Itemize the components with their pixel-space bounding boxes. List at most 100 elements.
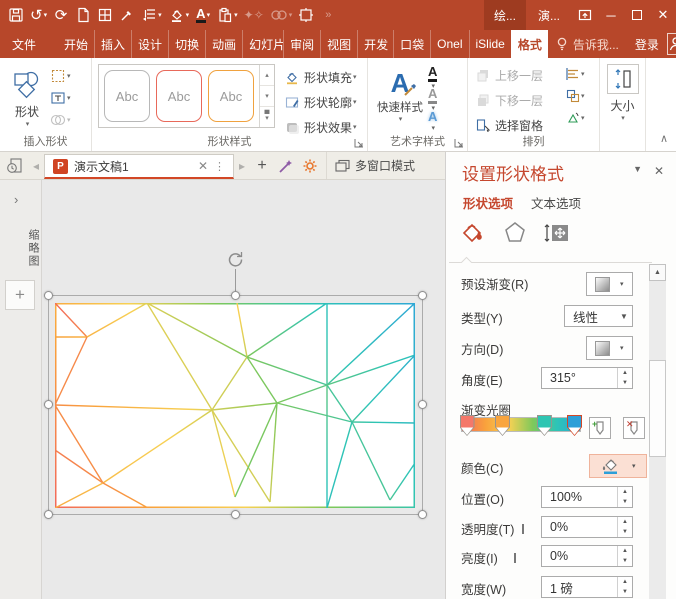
shape-style-option-2[interactable]: Abc xyxy=(156,70,202,122)
menu-tab-design[interactable]: 设计 xyxy=(131,30,168,58)
tell-me-box[interactable]: 告诉我... xyxy=(548,30,627,58)
spin-down-icon[interactable]: ▼ xyxy=(618,378,632,388)
resize-handle-ne[interactable] xyxy=(418,291,427,300)
hyperlink-icon[interactable]: ▾ xyxy=(268,3,295,27)
spin-up-icon[interactable]: ▲ xyxy=(618,368,632,378)
font-color-icon[interactable]: A▾ xyxy=(193,3,213,27)
gradient-direction-dropdown[interactable]: ▾ xyxy=(586,336,633,360)
brightness-slider[interactable] xyxy=(514,553,516,563)
bring-forward-button[interactable]: 上移一层▾ xyxy=(474,64,566,86)
size-properties-icon[interactable] xyxy=(544,221,570,245)
multi-window-mode-button[interactable]: 多窗口模式 xyxy=(326,152,423,179)
spinner-buttons[interactable]: ▲▼ xyxy=(617,368,632,388)
tab-options-icon[interactable]: ⋮ xyxy=(214,160,225,173)
context-tab-drawing-tools[interactable]: 绘... xyxy=(484,0,526,30)
text-outline-button[interactable]: A▾ xyxy=(428,87,437,105)
menu-tab-transitions[interactable]: 切换 xyxy=(168,30,205,58)
shapes-button[interactable]: 形状 ▾ xyxy=(4,62,50,130)
shape-style-option-3[interactable]: Abc xyxy=(208,70,254,122)
gradient-stops-bar[interactable] xyxy=(461,417,581,432)
resize-handle-se[interactable] xyxy=(418,510,427,519)
menu-tab-onelink[interactable]: Onel xyxy=(430,30,468,58)
spin-down-icon[interactable]: ▼ xyxy=(618,587,632,597)
redo-icon[interactable]: ⟳ xyxy=(51,3,71,27)
gallery-more-icon[interactable]: ▀▾ xyxy=(260,107,274,127)
fill-line-icon[interactable] xyxy=(458,220,486,246)
spinner-buttons[interactable]: ▲▼ xyxy=(617,546,632,566)
send-backward-button[interactable]: 下移一层▾ xyxy=(474,89,566,111)
pane-scrollbar[interactable]: ▲ xyxy=(649,264,666,599)
close-tab-icon[interactable]: ✕ xyxy=(198,159,208,173)
text-fill-button[interactable]: A▾ xyxy=(428,65,437,83)
group-objects-button[interactable]: ▾ xyxy=(566,87,598,105)
dialog-launcher-icon[interactable] xyxy=(454,138,464,148)
scrollbar-thumb[interactable] xyxy=(649,360,666,457)
resize-handle-nw[interactable] xyxy=(44,291,53,300)
scroll-up-icon[interactable]: ▲ xyxy=(649,264,666,281)
brightness-input[interactable]: 0%▲▼ xyxy=(541,545,633,567)
rotation-handle[interactable] xyxy=(226,250,245,269)
tab-scroll-right-icon[interactable]: ▸ xyxy=(234,152,250,179)
menu-tab-islide[interactable]: iSlide xyxy=(469,30,511,58)
stop-color-dropdown[interactable]: ▾ xyxy=(589,454,647,478)
spinner-buttons[interactable]: ▲▼ xyxy=(617,577,632,597)
size-button[interactable]: 大小 ▾ xyxy=(600,58,645,122)
shape-outline-button[interactable]: 形状轮廓▾ xyxy=(283,91,357,113)
gradient-stop-1[interactable] xyxy=(460,415,475,436)
add-gradient-stop-button[interactable]: + xyxy=(589,417,611,439)
tab-text-options[interactable]: 文本选项 xyxy=(531,193,581,212)
maximize-icon[interactable] xyxy=(624,0,650,30)
gradient-stop-4-selected[interactable] xyxy=(567,415,582,436)
spin-down-icon[interactable]: ▼ xyxy=(618,497,632,507)
pane-close-icon[interactable]: ✕ xyxy=(654,164,664,178)
stop-position-input[interactable]: 100%▲▼ xyxy=(541,486,633,508)
effects-icon[interactable] xyxy=(502,220,528,246)
gallery-scroll-down-icon[interactable]: ▾ xyxy=(260,86,274,107)
ribbon-display-options-icon[interactable] xyxy=(572,0,598,30)
spinner-buttons[interactable]: ▲▼ xyxy=(617,517,632,537)
shape-fill-button[interactable]: 形状填充▾ xyxy=(283,66,357,88)
preset-gradient-dropdown[interactable]: ▾ xyxy=(586,272,633,296)
resize-handle-e[interactable] xyxy=(418,400,427,409)
resize-handle-n[interactable] xyxy=(231,291,240,300)
menu-tab-koudai[interactable]: 口袋 xyxy=(393,30,430,58)
resize-handle-s[interactable] xyxy=(231,510,240,519)
more-commands-icon[interactable]: » xyxy=(318,3,338,27)
expand-pane-icon[interactable]: › xyxy=(14,192,18,207)
gallery-scroll-up-icon[interactable]: ▴ xyxy=(260,65,274,86)
resize-handle-w[interactable] xyxy=(44,400,53,409)
slide-shape[interactable] xyxy=(55,303,415,508)
spin-up-icon[interactable]: ▲ xyxy=(618,546,632,556)
line-width-input[interactable]: 1 磅▲▼ xyxy=(541,576,633,598)
slide-canvas[interactable] xyxy=(42,180,445,599)
menu-tab-home[interactable]: 开始 xyxy=(58,30,94,58)
menu-tab-view[interactable]: 视图 xyxy=(320,30,357,58)
pane-menu-icon[interactable]: ▼ xyxy=(633,164,642,174)
remove-gradient-stop-button[interactable]: ✕ xyxy=(623,417,645,439)
paragraph-indent-icon[interactable]: ▾ xyxy=(139,3,164,27)
spin-down-icon[interactable]: ▼ xyxy=(618,527,632,537)
new-slide-button[interactable]: + xyxy=(5,280,35,310)
undo-icon[interactable]: ↺▾ xyxy=(28,3,49,27)
quick-styles-button[interactable]: A 快速样式 ▾ xyxy=(372,62,428,127)
account-button[interactable] xyxy=(667,33,676,55)
edit-shape-button[interactable]: ▾ xyxy=(50,66,88,86)
gradient-type-select[interactable]: 线性▼ xyxy=(564,305,633,327)
gradient-stop-3[interactable] xyxy=(537,415,552,436)
merge-shapes-button[interactable]: ▾ xyxy=(50,110,88,130)
tab-scroll-left-icon[interactable]: ◂ xyxy=(28,152,44,179)
eyedropper-icon[interactable] xyxy=(117,3,137,27)
animation-box-icon[interactable] xyxy=(296,3,316,27)
save-icon[interactable] xyxy=(6,3,26,27)
fill-color-icon[interactable]: ▾ xyxy=(166,3,192,27)
menu-tab-developer[interactable]: 开发 xyxy=(357,30,393,58)
dialog-launcher-icon[interactable] xyxy=(354,138,364,148)
new-document-icon[interactable] xyxy=(73,3,93,27)
transparency-slider[interactable] xyxy=(522,524,524,534)
tab-shape-options[interactable]: 形状选项 xyxy=(463,193,513,212)
paste-icon[interactable]: ▾ xyxy=(215,3,240,27)
text-box-button[interactable]: ▾ xyxy=(50,88,88,108)
menu-tab-file[interactable]: 文件 xyxy=(0,30,48,58)
gradient-stop-2[interactable] xyxy=(495,415,510,436)
spin-up-icon[interactable]: ▲ xyxy=(618,517,632,527)
